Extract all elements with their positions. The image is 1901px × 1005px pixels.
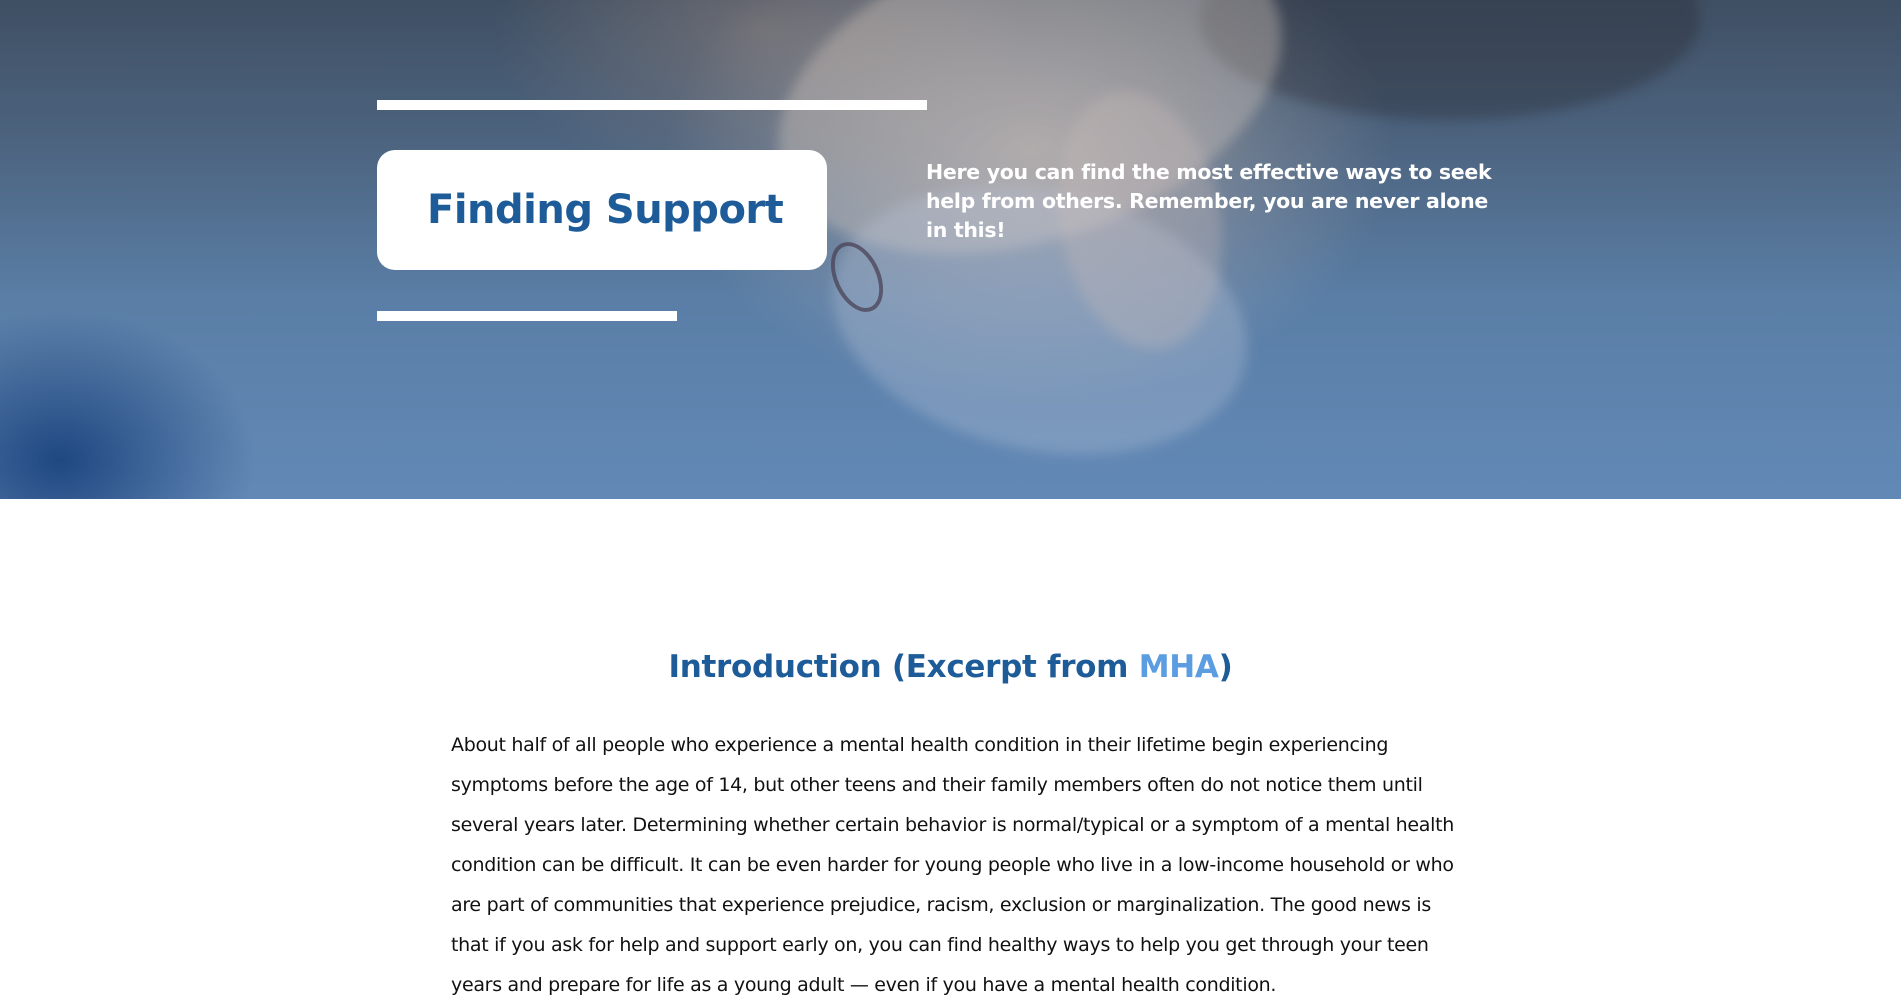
intro-heading-text: Introduction (Excerpt from — [668, 649, 1139, 685]
decorative-bar-top — [377, 100, 927, 110]
hero-description: Here you can find the most effective way… — [926, 160, 1492, 242]
intro-heading: Introduction (Excerpt from MHA) — [0, 649, 1901, 685]
page-title: Finding Support — [427, 187, 784, 233]
intro-paragraph: About half of all people who experience … — [451, 734, 1455, 996]
mha-link[interactable]: MHA — [1139, 649, 1219, 685]
title-card: Finding Support — [377, 150, 827, 270]
intro-heading-close: ) — [1218, 649, 1233, 685]
hero-banner: Finding Support Here you can find the mo… — [0, 0, 1901, 499]
decorative-bar-bottom — [377, 311, 677, 321]
